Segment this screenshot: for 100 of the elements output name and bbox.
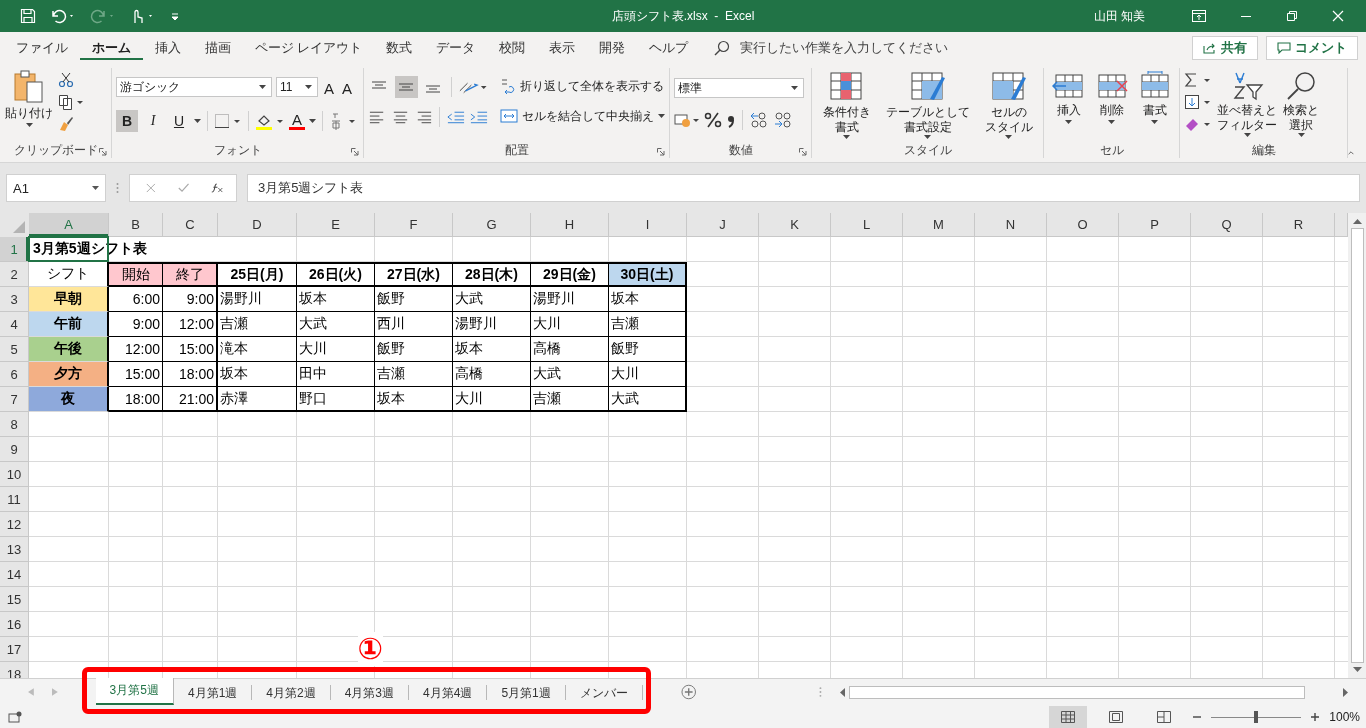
column-header[interactable]: B (109, 213, 163, 237)
close-icon[interactable] (1332, 10, 1344, 22)
row-header[interactable]: 5 (0, 337, 29, 362)
copy-icon[interactable] (58, 94, 84, 110)
font-color-button[interactable]: A (289, 112, 305, 130)
increase-indent-icon[interactable] (469, 110, 489, 124)
column-header[interactable]: P (1119, 213, 1191, 237)
menu-tab[interactable]: 校閲 (487, 33, 538, 63)
font-size-dropdown[interactable]: 11 (276, 77, 318, 97)
column-header[interactable]: N (975, 213, 1047, 237)
ribbon-display-icon[interactable] (1192, 10, 1206, 22)
scroll-left-icon[interactable] (840, 687, 846, 697)
scissors-icon[interactable] (58, 72, 74, 88)
sheet-tab[interactable]: 3月第5週 (95, 678, 174, 705)
sheet-tab[interactable]: 4月第2週 (252, 684, 331, 700)
caret-icon[interactable] (194, 119, 201, 123)
format-table-button[interactable]: テーブルとして 書式設定 (884, 68, 971, 139)
scroll-up-icon[interactable] (1352, 219, 1362, 224)
menu-tab[interactable]: 開発 (587, 33, 638, 63)
borders-icon[interactable] (214, 113, 242, 129)
paste-button[interactable]: 貼り付け (4, 68, 54, 127)
cell-styles-button[interactable]: セルの スタイル (983, 68, 1034, 139)
increase-decimal-icon[interactable] (749, 111, 769, 129)
add-sheet-icon[interactable] (680, 684, 697, 700)
caret-icon[interactable] (309, 119, 316, 123)
restore-icon[interactable] (1286, 10, 1298, 22)
fill-down-icon[interactable] (1184, 94, 1212, 110)
save-icon[interactable] (20, 8, 36, 24)
menu-tab[interactable]: ホーム (80, 33, 143, 63)
row-header[interactable]: 10 (0, 462, 29, 487)
menu-tab[interactable]: 挿入 (143, 33, 193, 63)
row-header[interactable]: 17 (0, 637, 29, 662)
formula-field[interactable]: 3月第5週シフト表 (247, 174, 1360, 202)
wrap-text-button[interactable]: 折り返して全体を表示する (500, 74, 665, 98)
row-header[interactable]: 11 (0, 487, 29, 512)
scroll-thumb[interactable] (849, 685, 1305, 699)
row-header[interactable]: 1 (0, 237, 29, 262)
scroll-right-icon[interactable] (1343, 687, 1348, 697)
dialog-launcher-icon[interactable] (799, 148, 807, 156)
sheet-tab[interactable]: 4月第4週 (409, 684, 488, 700)
sheet-tab[interactable]: 4月第3週 (330, 684, 410, 700)
sheet-tab[interactable]: 4月第1週 (173, 684, 253, 700)
normal-view-button[interactable] (1049, 705, 1088, 728)
column-header[interactable]: E (297, 213, 375, 237)
grow-font-button[interactable]: A (322, 77, 336, 97)
dialog-launcher-icon[interactable] (657, 148, 665, 156)
row-header[interactable]: 18 (0, 662, 29, 678)
conditional-format-button[interactable]: 条件付き 書式 (821, 68, 872, 139)
zoom-thumb[interactable] (1254, 710, 1259, 723)
row-header[interactable]: 12 (0, 512, 29, 537)
shrink-font-button[interactable]: A (340, 77, 355, 97)
comment-button[interactable]: コメント (1266, 36, 1358, 60)
row-header[interactable]: 8 (0, 412, 29, 437)
bold-button[interactable]: B (116, 110, 138, 132)
column-header[interactable]: F (375, 213, 453, 237)
row-header[interactable]: 15 (0, 587, 29, 612)
row-header[interactable]: 7 (0, 387, 29, 412)
merge-center-button[interactable]: セルを結合して中央揃え (500, 104, 665, 128)
menu-tab[interactable]: 数式 (374, 33, 425, 63)
macro-record-icon[interactable] (8, 710, 22, 723)
decrease-indent-icon[interactable] (446, 110, 465, 124)
column-header[interactable]: Q (1191, 213, 1263, 237)
share-button[interactable]: 共有 (1192, 36, 1258, 60)
menu-tab[interactable]: ページ レイアウト (243, 33, 375, 63)
decrease-decimal-icon[interactable] (773, 111, 793, 129)
column-header[interactable]: J (687, 213, 759, 237)
column-header[interactable]: A (29, 213, 109, 237)
column-header[interactable]: O (1047, 213, 1119, 237)
horizontal-scrollbar[interactable] (840, 684, 1348, 700)
name-box[interactable]: A1 (6, 174, 106, 202)
dialog-launcher-icon[interactable] (99, 148, 107, 156)
sum-icon[interactable] (1184, 72, 1212, 88)
eraser-icon[interactable] (1184, 116, 1212, 132)
brush-icon[interactable] (58, 116, 74, 132)
column-header[interactable]: I (609, 213, 687, 237)
number-format-dropdown[interactable]: 標準 (674, 78, 804, 98)
column-header[interactable]: D (218, 213, 297, 237)
column-header[interactable]: H (531, 213, 609, 237)
menu-tab[interactable]: 描画 (193, 33, 243, 63)
font-name-dropdown[interactable]: 游ゴシック (116, 77, 272, 97)
delete-cells-button[interactable]: 削除 (1093, 68, 1130, 124)
vertical-scrollbar[interactable] (1348, 213, 1366, 678)
sheet-tab[interactable]: 5月第1週 (487, 684, 566, 700)
menu-tab[interactable]: データ (424, 33, 488, 63)
menu-tab[interactable]: ファイル (4, 33, 80, 63)
scroll-thumb[interactable] (1350, 228, 1364, 663)
row-header[interactable]: 16 (0, 612, 29, 637)
sort-filter-button[interactable]: 並べ替えと フィルター (1216, 68, 1278, 137)
zoom-level[interactable]: 100% (1329, 709, 1360, 724)
collapse-ribbon-icon[interactable] (1348, 150, 1354, 156)
underline-button[interactable]: U (168, 110, 190, 132)
insert-cells-button[interactable]: 挿入 (1050, 68, 1087, 124)
tell-me-field[interactable]: 実行したい作業を入力してください (738, 40, 963, 56)
column-header[interactable]: R (1263, 213, 1335, 237)
row-header[interactable]: 9 (0, 437, 29, 462)
scroll-down-icon[interactable] (1352, 667, 1362, 672)
zoom-in-icon[interactable] (1311, 712, 1320, 721)
percent-icon[interactable] (704, 112, 722, 128)
row-header[interactable]: 4 (0, 312, 29, 337)
sheet-tab[interactable]: メンバー (565, 684, 643, 700)
